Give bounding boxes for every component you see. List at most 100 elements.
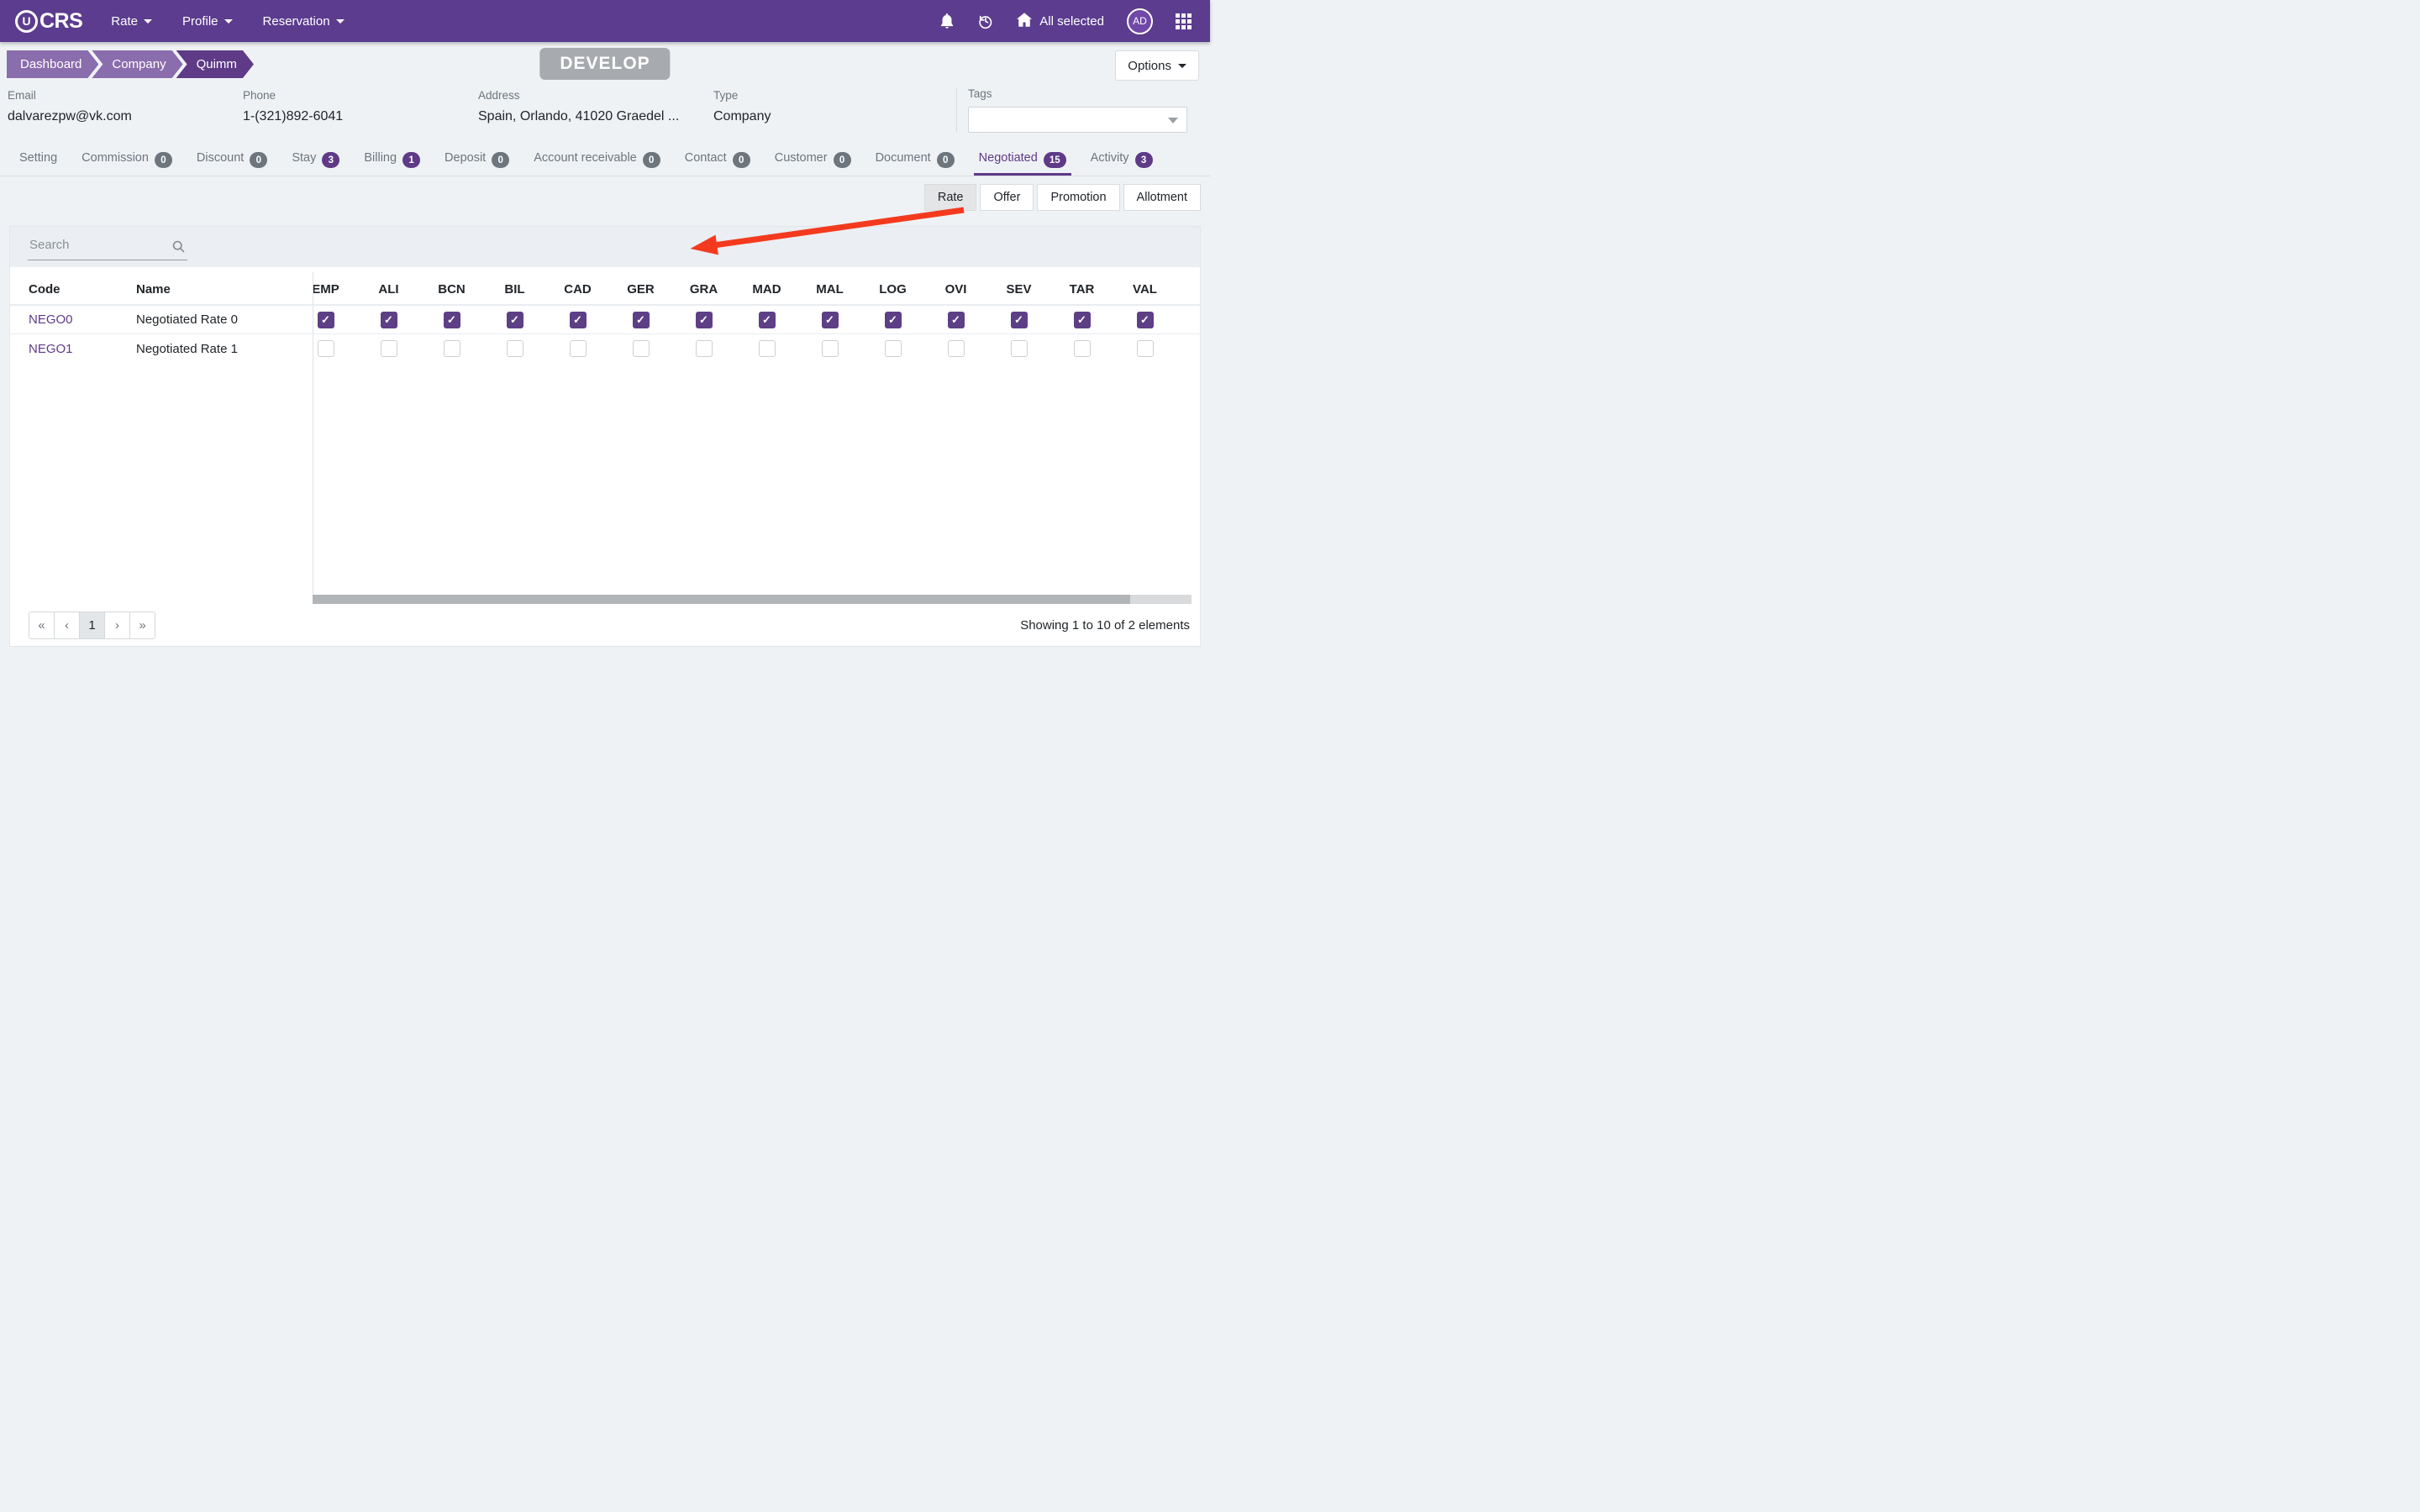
tab-count-badge: 0 [155, 152, 172, 168]
environment-badge: DEVELOP [539, 48, 670, 80]
unchecked-checkbox[interactable] [633, 340, 650, 357]
unchecked-checkbox[interactable] [570, 340, 587, 357]
breadcrumb-item-company[interactable]: Company [92, 50, 182, 78]
cell-mal: ✓ [798, 312, 861, 328]
tab-deposit[interactable]: Deposit0 [445, 146, 509, 176]
column-header-ali: ALI [357, 282, 420, 297]
subtab-offer[interactable]: Offer [980, 184, 1034, 211]
cell-sev: ✓ [987, 312, 1050, 328]
menu-label: Profile [182, 14, 218, 29]
unchecked-checkbox[interactable] [759, 340, 776, 357]
tab-discount[interactable]: Discount0 [197, 146, 267, 176]
search-input[interactable] [28, 234, 187, 260]
tab-label: Discount [197, 151, 244, 165]
unchecked-checkbox[interactable] [444, 340, 460, 357]
unchecked-checkbox[interactable] [1137, 340, 1154, 357]
info-field-address: AddressSpain, Orlando, 41020 Graedel ... [478, 89, 679, 124]
cell-mad: ✓ [735, 312, 798, 328]
rate-code-link[interactable]: NEGO1 [29, 342, 73, 356]
tags-select[interactable] [968, 107, 1187, 133]
pagination-next-button[interactable]: › [104, 612, 130, 639]
column-header-ovi: OVI [924, 282, 987, 297]
checked-checkbox[interactable]: ✓ [570, 312, 587, 328]
checked-checkbox[interactable]: ✓ [1074, 312, 1091, 328]
user-avatar[interactable]: AD [1127, 8, 1153, 34]
rate-code-link[interactable]: NEGO0 [29, 312, 73, 327]
tab-setting[interactable]: Setting [19, 146, 57, 176]
table-row: NEGO1Negotiated Rate 1 [10, 334, 1200, 363]
brand-logo[interactable]: U CRS [15, 9, 82, 34]
checked-checkbox[interactable]: ✓ [633, 312, 650, 328]
menu-label: Reservation [263, 14, 330, 29]
cell-tar [1050, 340, 1113, 357]
checked-checkbox[interactable]: ✓ [444, 312, 460, 328]
search-bar [10, 227, 1200, 267]
unchecked-checkbox[interactable] [885, 340, 902, 357]
checked-checkbox[interactable]: ✓ [1137, 312, 1154, 328]
cell-tar: ✓ [1050, 312, 1113, 328]
column-header-ger: GER [609, 282, 672, 297]
cell-mad [735, 340, 798, 357]
unchecked-checkbox[interactable] [318, 340, 334, 357]
pagination-first-button[interactable]: « [29, 612, 55, 639]
column-header-mal: MAL [798, 282, 861, 297]
tab-customer[interactable]: Customer0 [775, 146, 851, 176]
checked-checkbox[interactable]: ✓ [1011, 312, 1028, 328]
checked-checkbox[interactable]: ✓ [381, 312, 397, 328]
tab-account-receivable[interactable]: Account receivable0 [534, 146, 660, 176]
checked-checkbox[interactable]: ✓ [318, 312, 334, 328]
unchecked-checkbox[interactable] [381, 340, 397, 357]
chevron-down-icon [336, 19, 345, 24]
unchecked-checkbox[interactable] [1074, 340, 1091, 357]
column-header-bcn: BCN [420, 282, 483, 297]
unchecked-checkbox[interactable] [696, 340, 713, 357]
checked-checkbox[interactable]: ✓ [507, 312, 523, 328]
subtab-rate[interactable]: Rate [924, 184, 977, 211]
unchecked-checkbox[interactable] [822, 340, 839, 357]
horizontal-scrollbar[interactable] [313, 595, 1192, 604]
cell-bcn [420, 340, 483, 357]
tab-label: Account receivable [534, 151, 637, 165]
menu-profile[interactable]: Profile [182, 14, 233, 29]
breadcrumb-item-dashboard[interactable]: Dashboard [7, 50, 98, 78]
menu-rate[interactable]: Rate [111, 14, 152, 29]
cell-ali [357, 340, 420, 357]
brand-u-icon: U [15, 10, 38, 33]
tab-negotiated[interactable]: Negotiated15 [979, 146, 1066, 176]
subtab-promotion[interactable]: Promotion [1037, 184, 1119, 211]
menu-reservation[interactable]: Reservation [263, 14, 345, 29]
checked-checkbox[interactable]: ✓ [759, 312, 776, 328]
pagination-page-1-button[interactable]: 1 [79, 612, 105, 639]
unchecked-checkbox[interactable] [1011, 340, 1028, 357]
checked-checkbox[interactable]: ✓ [948, 312, 965, 328]
property-scope-selector[interactable]: All selected [1017, 13, 1104, 30]
checked-checkbox[interactable]: ✓ [885, 312, 902, 328]
cell-gra: ✓ [672, 312, 735, 328]
tab-contact[interactable]: Contact0 [685, 146, 750, 176]
tab-label: Negotiated [979, 151, 1038, 165]
tab-label: Commission [82, 151, 149, 165]
tab-document[interactable]: Document0 [876, 146, 955, 176]
tab-activity[interactable]: Activity3 [1091, 146, 1153, 176]
pagination-last-button[interactable]: » [129, 612, 155, 639]
tab-stay[interactable]: Stay3 [292, 146, 339, 176]
tab-commission[interactable]: Commission 0 [82, 146, 172, 176]
bell-icon[interactable] [939, 13, 955, 29]
subtab-allotment[interactable]: Allotment [1123, 184, 1201, 211]
tab-billing[interactable]: Billing1 [364, 146, 420, 176]
pagination-prev-button[interactable]: ‹ [54, 612, 80, 639]
scrollbar-thumb[interactable] [313, 595, 1130, 604]
cell-log: ✓ [861, 312, 924, 328]
cell-bil: ✓ [483, 312, 546, 328]
options-button[interactable]: Options [1115, 50, 1199, 81]
breadcrumb-item-quimm[interactable]: Quimm [176, 50, 254, 78]
checked-checkbox[interactable]: ✓ [696, 312, 713, 328]
unchecked-checkbox[interactable] [507, 340, 523, 357]
cell-mal [798, 340, 861, 357]
apps-grid-icon[interactable] [1176, 13, 1192, 29]
history-icon[interactable] [977, 13, 994, 29]
unchecked-checkbox[interactable] [948, 340, 965, 357]
negotiated-rate-table: CodeNameEMPALIBCNBILCADGERGRAMADMALLOGOV… [10, 267, 1200, 595]
cell-ger [609, 340, 672, 357]
checked-checkbox[interactable]: ✓ [822, 312, 839, 328]
